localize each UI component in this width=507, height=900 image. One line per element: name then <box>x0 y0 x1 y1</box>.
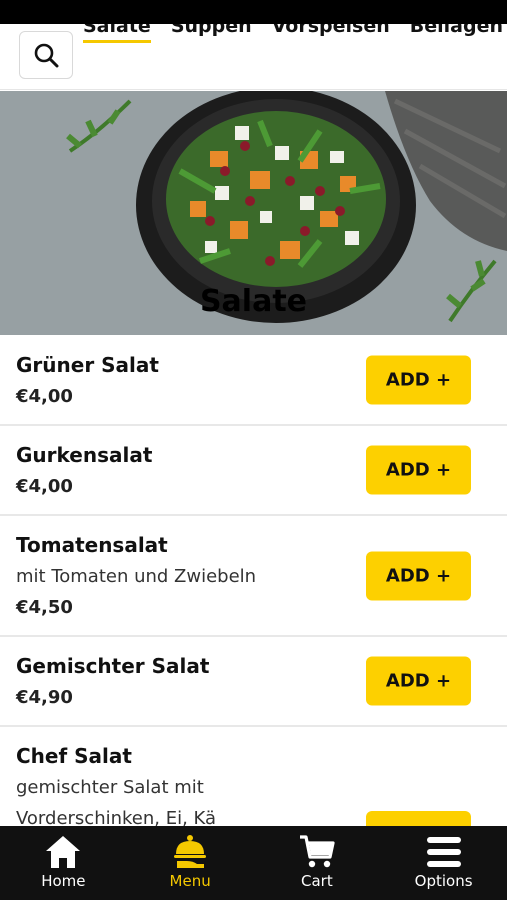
menu-item[interactable]: Gemischter Salat €4,90 ADD + <box>0 637 507 727</box>
menu-cloche-icon <box>174 835 207 868</box>
nav-label: Menu <box>169 872 211 890</box>
menu-item[interactable]: Grüner Salat €4,00 ADD + <box>0 336 507 426</box>
menu-item[interactable]: Tomatensalat mit Tomaten und Zwiebeln €4… <box>0 516 507 637</box>
nav-home[interactable]: Home <box>0 826 127 900</box>
item-description: gemischter Salat mit <box>16 777 204 798</box>
add-button[interactable]: ADD + <box>366 355 471 405</box>
nav-label: Options <box>414 872 473 890</box>
menu-item[interactable]: Chef Salat gemischter Salat mit Vordersc… <box>0 727 507 826</box>
hamburger-icon <box>426 837 461 867</box>
tab-vorspeisen[interactable]: Vorspeisen <box>272 24 390 43</box>
cart-icon <box>299 835 335 868</box>
add-button[interactable]: ADD + <box>366 445 471 495</box>
item-name: Chef Salat <box>16 744 132 768</box>
home-icon <box>46 836 81 868</box>
add-button[interactable]: ADD + <box>366 811 471 826</box>
tab-suppen[interactable]: Suppen <box>171 24 252 43</box>
menu-item[interactable]: Gurkensalat €4,00 ADD + <box>0 426 507 516</box>
bottom-navigation: Home Menu Cart Options <box>0 826 507 900</box>
tab-salate[interactable]: Salate <box>83 24 151 43</box>
search-button[interactable] <box>19 31 73 79</box>
hero-title: Salate <box>199 284 308 319</box>
menu-item-list: Grüner Salat €4,00 ADD + Gurkensalat €4,… <box>0 336 507 826</box>
nav-label: Home <box>41 872 86 890</box>
status-bar <box>0 0 507 24</box>
nav-label: Cart <box>301 872 333 890</box>
nav-menu[interactable]: Menu <box>127 826 254 900</box>
add-button[interactable]: ADD + <box>366 656 471 706</box>
tab-beilagen[interactable]: Beilagen ur <box>410 24 507 43</box>
category-tabs: Salate Suppen Vorspeisen Beilagen ur <box>83 24 507 43</box>
search-icon <box>34 43 59 68</box>
add-button[interactable]: ADD + <box>366 551 471 600</box>
category-header: Salate Suppen Vorspeisen Beilagen ur <box>0 24 507 90</box>
nav-cart[interactable]: Cart <box>254 826 381 900</box>
nav-options[interactable]: Options <box>380 826 507 900</box>
